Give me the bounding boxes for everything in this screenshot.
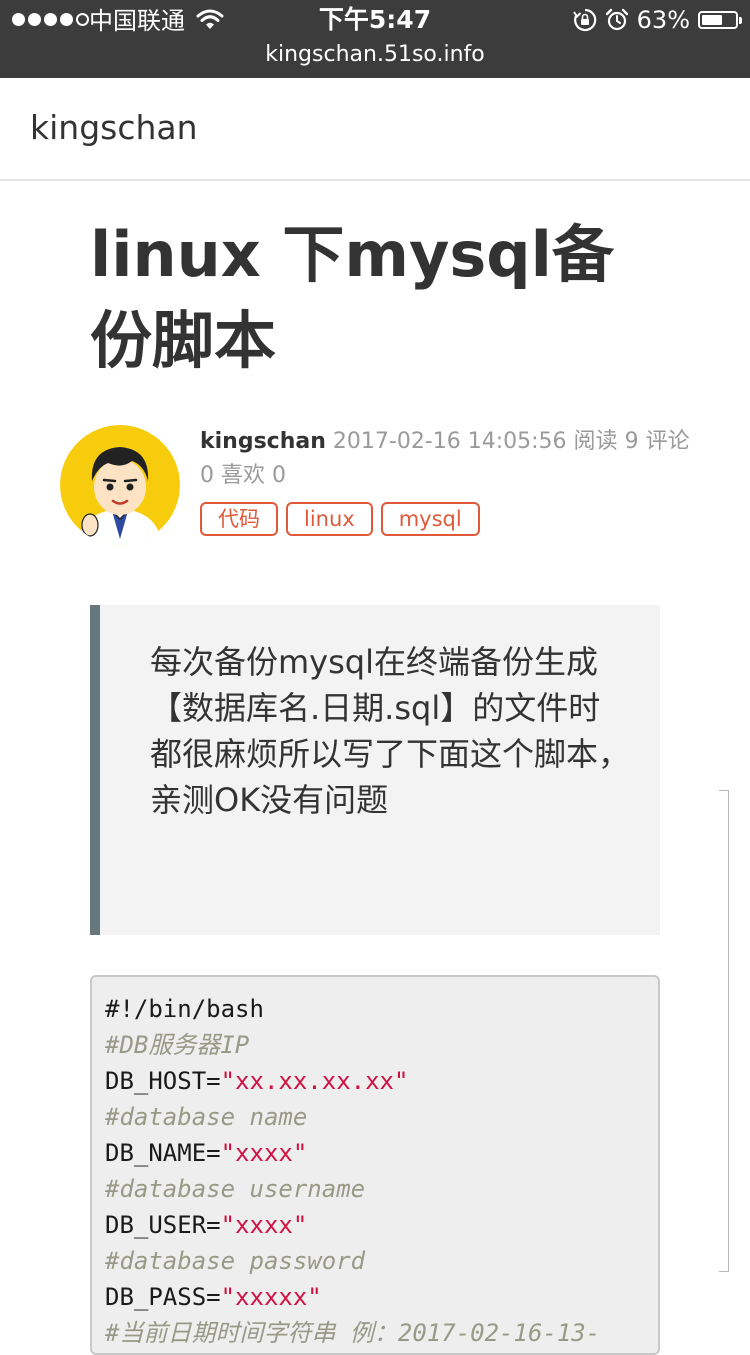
code-variable: DB_USER= <box>105 1211 221 1239</box>
comment-count: 0 <box>200 463 214 488</box>
read-count: 9 <box>624 429 639 454</box>
code-variable: DB_HOST= <box>105 1067 221 1095</box>
code-line: DB_PASS="xxxxx" <box>105 1279 600 1315</box>
intro-text: 每次备份mysql在终端备份生成【数据库名.日期.sql】的文件时都很麻烦所以写… <box>150 643 631 819</box>
site-brand-link[interactable]: kingschan <box>30 108 198 148</box>
code-line: #DB服务器IP <box>105 1027 600 1063</box>
publish-date: 2017-02-16 14:05:56 <box>332 429 567 454</box>
code-string: "xxxx" <box>220 1211 308 1239</box>
article-title: linux 下mysql备份脚本 <box>90 218 614 377</box>
code-comment: #database password <box>105 1247 366 1275</box>
code-comment: #database name <box>105 1103 308 1131</box>
code-line: #!/bin/bash <box>105 991 600 1027</box>
code-line: DB_NAME="xxxx" <box>105 1135 600 1171</box>
code-text: #!/bin/bash <box>105 995 264 1023</box>
author-name[interactable]: kingschan <box>200 429 326 454</box>
site-header: kingschan <box>0 78 750 181</box>
code-comment: #database username <box>105 1175 366 1203</box>
like-label: 喜欢 <box>221 463 266 488</box>
code-line: #database username <box>105 1171 600 1207</box>
code-lines: #!/bin/bash #DB服务器IP DB_HOST="xx.xx.xx.xx"… <box>105 991 600 1351</box>
author-avatar[interactable] <box>60 425 180 545</box>
alarm-icon <box>605 8 628 31</box>
intro-blockquote: 每次备份mysql在终端备份生成【数据库名.日期.sql】的文件时都很麻烦所以写… <box>90 605 660 935</box>
orientation-lock-icon <box>572 8 596 32</box>
code-comment: #DB服务器IP <box>105 1031 250 1059</box>
code-line: #当前日期时间字符串 例：2017-02-16-13- <box>105 1315 600 1351</box>
address-bar-url[interactable]: kingschan.51so.info <box>0 40 750 70</box>
code-variable: DB_NAME= <box>105 1139 221 1167</box>
tag-mysql[interactable]: mysql <box>380 502 480 536</box>
comment-label: 评论 <box>645 429 690 454</box>
code-comment: #当前日期时间字符串 例：2017-02-16-13- <box>105 1319 601 1347</box>
code-line: #database name <box>105 1099 600 1135</box>
code-string: "xx.xx.xx.xx" <box>220 1067 409 1095</box>
tag-list: 代码 linux mysql <box>200 502 480 536</box>
code-line: DB_USER="xxxx" <box>105 1207 600 1243</box>
tag-linux[interactable]: linux <box>286 502 373 536</box>
battery-icon <box>698 11 742 29</box>
read-label: 阅读 <box>573 429 618 454</box>
article-meta: kingschan 2017-02-16 14:05:56 阅读 9 评论 0 … <box>200 425 700 493</box>
code-line: DB_HOST="xx.xx.xx.xx" <box>105 1063 600 1099</box>
scroll-indicator <box>719 790 729 1272</box>
code-string: "xxxx" <box>220 1139 308 1167</box>
code-variable: DB_PASS= <box>105 1283 221 1311</box>
code-string: "xxxxx" <box>220 1283 322 1311</box>
avatar-cartoon-icon <box>60 425 180 545</box>
like-count: 0 <box>272 463 287 488</box>
status-bar: 中国联通 下午5:47 63% kingschan.51so.info <box>0 0 750 78</box>
battery-percent: 63% <box>636 6 690 34</box>
code-line: #database password <box>105 1243 600 1279</box>
code-block: #!/bin/bash #DB服务器IP DB_HOST="xx.xx.xx.xx"… <box>90 975 660 1355</box>
tag-daima[interactable]: 代码 <box>200 502 278 536</box>
